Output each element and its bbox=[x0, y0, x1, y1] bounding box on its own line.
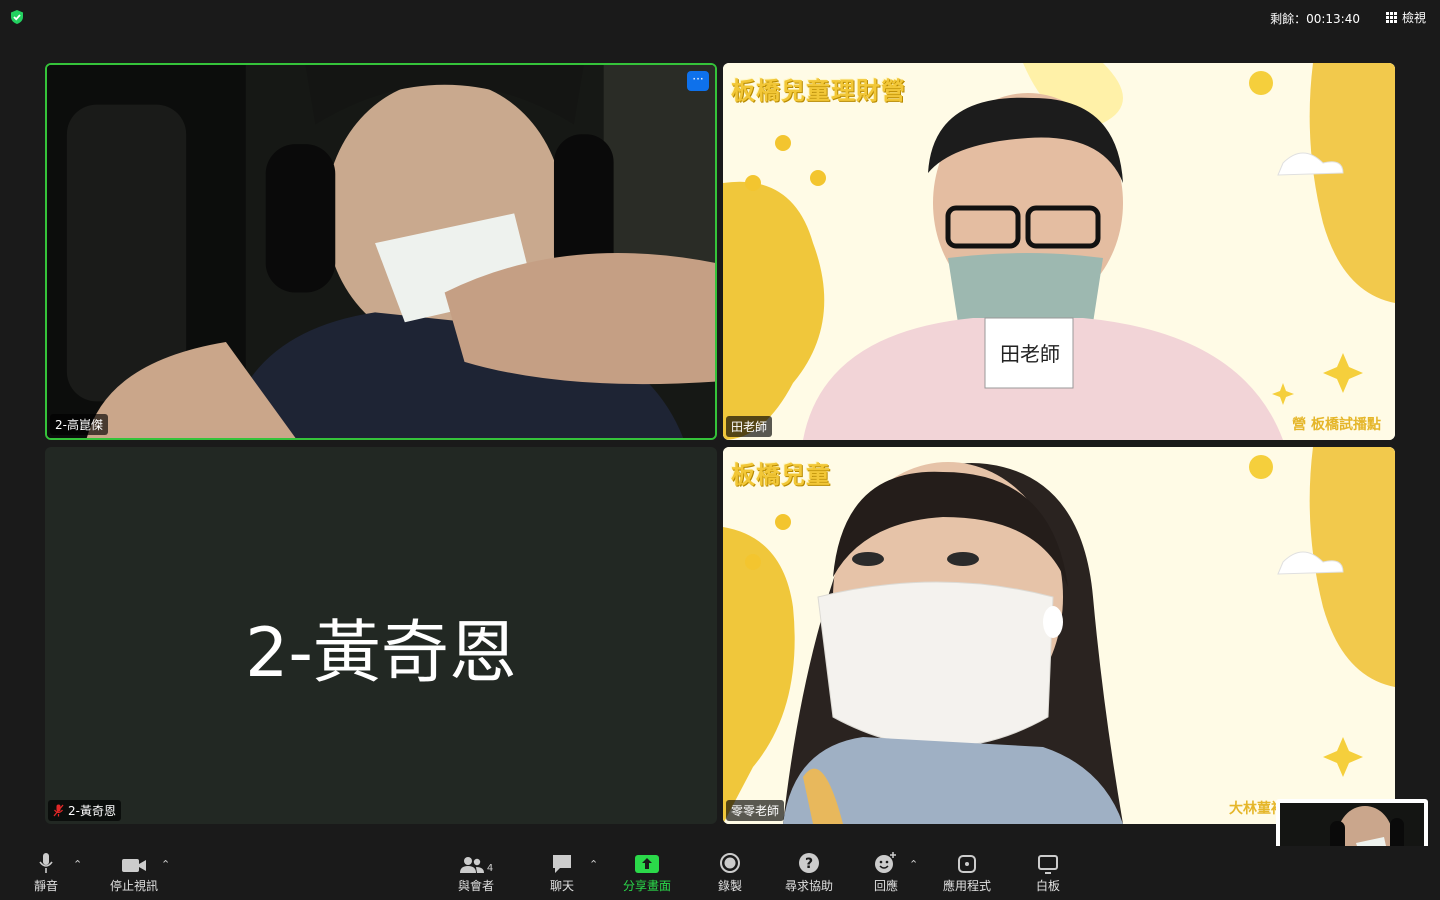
participant-name: 零零老師 bbox=[731, 804, 780, 818]
view-label: 檢視 bbox=[1401, 11, 1426, 25]
shield-icon[interactable] bbox=[9, 9, 25, 25]
background-banner-footer: 營 板橋試播點 bbox=[1292, 417, 1381, 433]
background-banner-title: 板橋兒童理財營 bbox=[731, 77, 906, 105]
participant-video bbox=[47, 65, 715, 438]
stop-video-button[interactable]: 停止視訊 bbox=[104, 846, 164, 900]
remaining-time: 剩餘：00:13:40 bbox=[1270, 12, 1360, 26]
more-icon: ··· bbox=[692, 72, 704, 86]
apps-label: 應用程式 bbox=[942, 879, 991, 893]
participant-name: 2-黃奇恩 bbox=[68, 804, 116, 818]
grid-icon bbox=[1385, 12, 1397, 23]
apps-icon bbox=[958, 855, 976, 873]
record-label: 錄製 bbox=[717, 879, 742, 893]
reactions-button[interactable]: 回應 bbox=[870, 846, 902, 900]
mute-label: 靜音 bbox=[33, 879, 58, 893]
participant-video bbox=[723, 447, 1395, 824]
mic-icon bbox=[39, 853, 53, 873]
stop-video-label: 停止視訊 bbox=[109, 879, 158, 893]
whiteboard-button[interactable]: 白板 bbox=[1032, 846, 1064, 900]
meeting-toolbar: 靜音 ⌃ 停止視訊 ⌃ 4 與會者 聊天 ⌃ 分享畫面 錄製 ? 尋求協助 回應… bbox=[0, 846, 1440, 900]
more-options-button[interactable]: ··· bbox=[687, 71, 709, 91]
participant-name-tag: 零零老師 bbox=[726, 800, 785, 821]
chat-options-caret[interactable]: ⌃ bbox=[589, 858, 598, 871]
video-tile-participant-2[interactable]: 板橋兒童理財營 田老師 營 板橋試播點 田老師 bbox=[723, 63, 1395, 440]
participants-icon bbox=[459, 857, 484, 873]
share-screen-button[interactable]: 分享畫面 bbox=[618, 846, 676, 900]
reactions-label: 回應 bbox=[873, 879, 898, 893]
share-icon bbox=[635, 855, 659, 873]
participant-video bbox=[723, 63, 1395, 440]
share-screen-label: 分享畫面 bbox=[622, 879, 671, 893]
name-card: 田老師 bbox=[1000, 342, 1060, 366]
video-tile-participant-4[interactable]: 板橋兒童 大林菫補 零零老師 bbox=[723, 447, 1395, 824]
camera-icon bbox=[122, 859, 146, 872]
ask-help-button[interactable]: ? 尋求協助 bbox=[780, 846, 838, 900]
video-options-caret[interactable]: ⌃ bbox=[161, 858, 170, 871]
reactions-options-caret[interactable]: ⌃ bbox=[909, 858, 918, 871]
view-button[interactable]: 檢視 bbox=[1385, 9, 1426, 26]
participant-name-tag: 2-高崑傑 bbox=[50, 414, 108, 435]
participant-name: 2-高崑傑 bbox=[55, 418, 103, 432]
background-banner-title: 板橋兒童 bbox=[731, 461, 831, 489]
top-bar: 剩餘：00:13:40 檢視 bbox=[0, 0, 1440, 36]
participants-button[interactable]: 4 與會者 bbox=[452, 846, 500, 900]
chat-label: 聊天 bbox=[549, 879, 574, 893]
help-icon: ? bbox=[799, 853, 819, 873]
participant-display-name: 2-黃奇恩 bbox=[245, 614, 517, 693]
mic-off-icon bbox=[53, 804, 64, 817]
participant-name-tag: 2-黃奇恩 bbox=[48, 800, 121, 821]
whiteboard-label: 白板 bbox=[1035, 879, 1060, 893]
participants-label: 與會者 bbox=[457, 879, 494, 893]
whiteboard-icon bbox=[1038, 855, 1058, 874]
record-button[interactable]: 錄製 bbox=[714, 846, 746, 900]
video-tile-participant-3[interactable]: 2-黃奇恩 2-黃奇恩 bbox=[45, 447, 717, 824]
participant-name: 田老師 bbox=[731, 420, 768, 434]
reaction-icon bbox=[875, 852, 896, 873]
video-tile-participant-1[interactable]: ··· 2-高崑傑 bbox=[45, 63, 717, 440]
participant-name-tag: 田老師 bbox=[726, 416, 773, 437]
record-icon bbox=[720, 853, 740, 873]
participants-count: 4 bbox=[486, 863, 494, 874]
mute-button[interactable]: 靜音 bbox=[26, 846, 66, 900]
chat-icon bbox=[553, 855, 571, 873]
svg-text:?: ? bbox=[805, 856, 813, 872]
chat-button[interactable]: 聊天 bbox=[546, 846, 578, 900]
apps-button[interactable]: 應用程式 bbox=[938, 846, 996, 900]
audio-options-caret[interactable]: ⌃ bbox=[73, 858, 82, 871]
ask-help-label: 尋求協助 bbox=[784, 879, 833, 893]
